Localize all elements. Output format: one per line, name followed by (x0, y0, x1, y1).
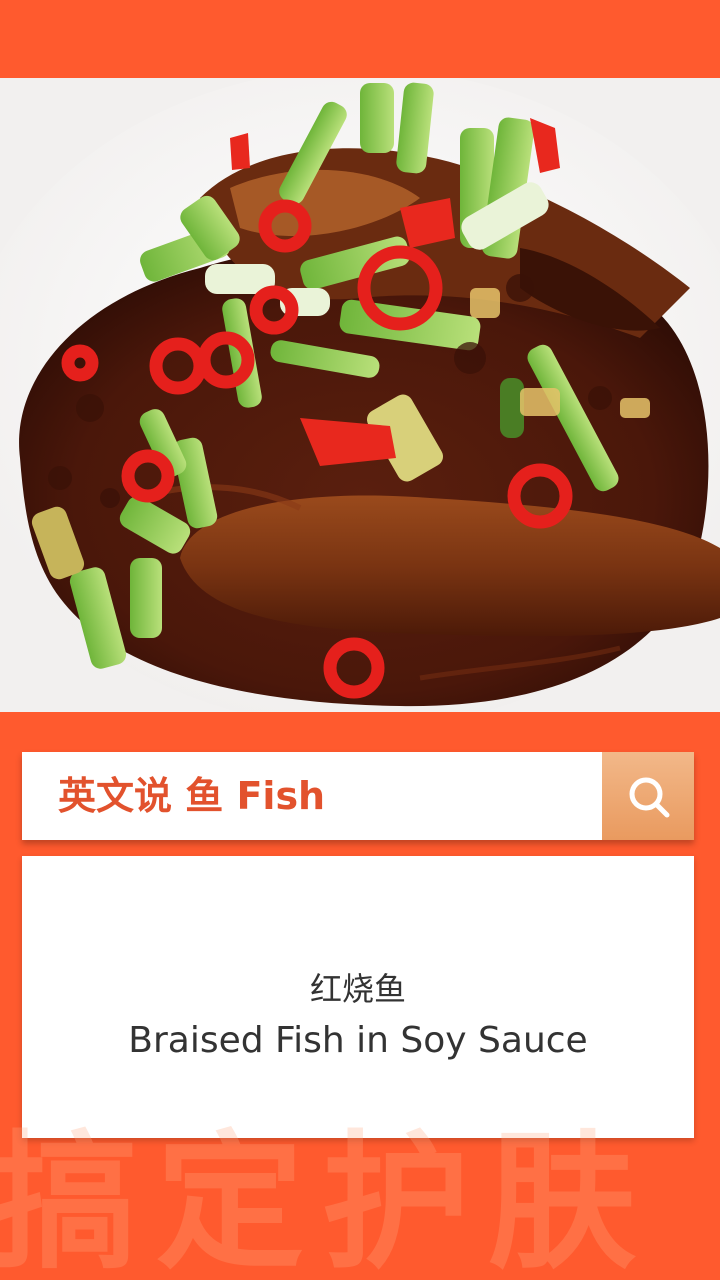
top-band (0, 0, 720, 78)
chinese-dish-name: 红烧鱼 (309, 970, 406, 1008)
watermark: 搞定护肤 (0, 1117, 654, 1280)
search-bar[interactable]: 英文说 鱼 Fish (22, 752, 694, 840)
search-icon (629, 777, 670, 818)
screen: 英文说 鱼 Fish 红烧鱼 Braised Fish in Soy Sauce… (0, 0, 720, 1280)
translation-card: 红烧鱼 Braised Fish in Soy Sauce (22, 856, 694, 1138)
english-dish-name: Braised Fish in Soy Sauce (128, 1020, 588, 1061)
dish-photo (0, 78, 720, 712)
search-button[interactable] (602, 752, 694, 840)
search-query[interactable]: 英文说 鱼 Fish (58, 752, 325, 840)
braised-fish-illustration (0, 78, 720, 712)
